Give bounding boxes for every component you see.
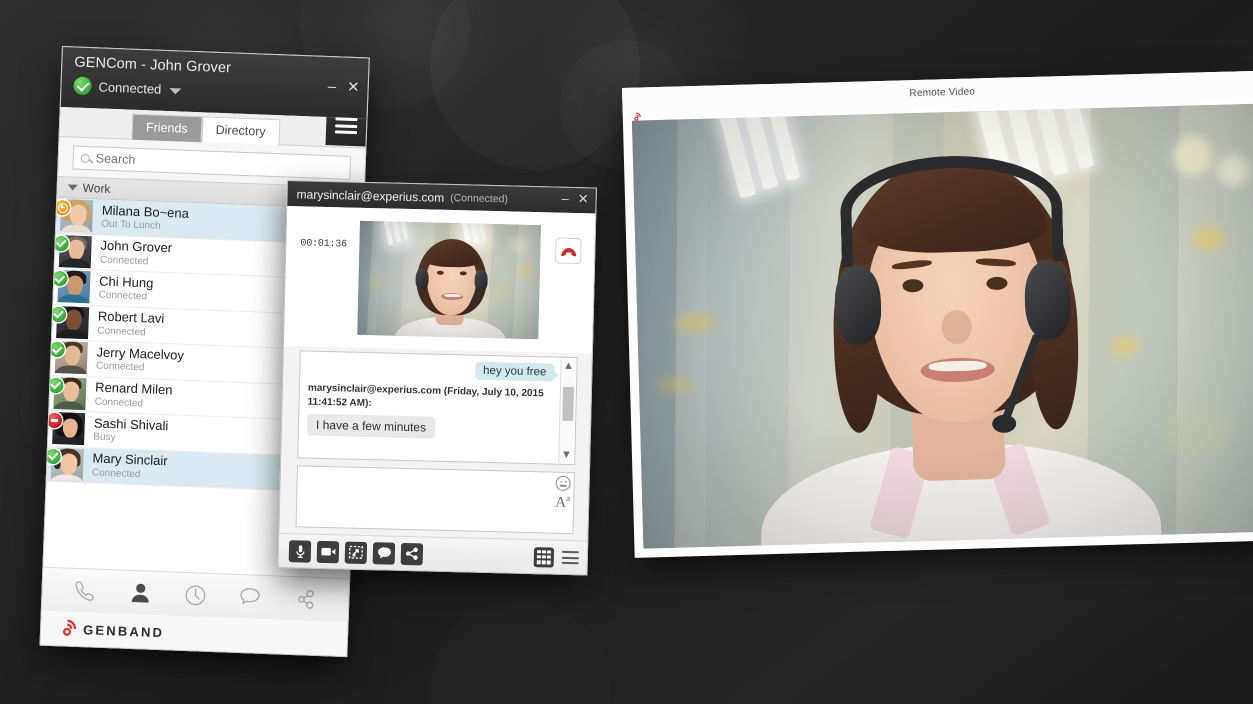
contact-name: Mary Sinclair xyxy=(92,450,168,469)
status-badge-online xyxy=(48,377,64,393)
chat-icon[interactable] xyxy=(237,583,264,610)
message-row-incoming: I have a few minutes xyxy=(306,413,553,442)
dialpad-icon[interactable] xyxy=(533,546,555,568)
video-vignette xyxy=(631,103,1253,549)
contact-name: Renard Milen xyxy=(94,379,173,398)
contact-name: Chi Hung xyxy=(98,273,154,291)
contact-status: Connected xyxy=(98,290,148,303)
message-bubble-outgoing: hey you free xyxy=(474,361,555,382)
presence-selector[interactable]: Connected xyxy=(73,76,357,105)
brand-name: GENBAND xyxy=(82,621,165,640)
screen-share-icon[interactable] xyxy=(344,541,368,564)
contact-status: Out To Lunch xyxy=(101,219,161,233)
chat-window-controls[interactable]: – ✕ xyxy=(561,191,589,207)
chat-peer-address: marysinclair@experius.com xyxy=(296,186,445,205)
contact-text: Mary Sinclair Connected xyxy=(91,450,168,481)
contact-text: Sashi Shivali Busy xyxy=(93,414,169,446)
tab-friends[interactable]: Friends xyxy=(131,113,203,143)
search-box[interactable] xyxy=(72,145,352,180)
clock-icon[interactable] xyxy=(182,581,209,608)
contact-name: John Grover xyxy=(100,237,173,256)
chevron-down-icon[interactable] xyxy=(169,87,182,95)
chat-toolbar-right xyxy=(533,546,580,568)
status-badge-online xyxy=(53,235,69,251)
self-video-preview[interactable] xyxy=(357,220,541,340)
contact-status: Connected xyxy=(94,396,144,410)
composer-wrap: Aa xyxy=(295,465,575,540)
transcript-wrap: hey you free marysinclair@experius.com (… xyxy=(297,350,578,466)
genband-logo-icon xyxy=(63,619,77,636)
phone-icon[interactable] xyxy=(72,577,99,604)
overflow-menu-icon[interactable] xyxy=(561,550,580,565)
composer-tools: Aa xyxy=(555,475,571,511)
contact-text: Milana Bo~ena Out To Lunch xyxy=(101,202,189,234)
end-call-button[interactable] xyxy=(555,237,582,265)
message-meta: marysinclair@experius.com (Friday, July … xyxy=(307,382,544,409)
font-format-icon[interactable]: Aa xyxy=(555,493,570,511)
search-input[interactable] xyxy=(95,151,343,175)
chevron-down-icon[interactable]: ▼ xyxy=(561,449,572,461)
contact-name: Sashi Shivali xyxy=(93,414,169,433)
video-vignette xyxy=(357,220,541,340)
share-icon[interactable] xyxy=(292,586,319,613)
triangle-down-icon xyxy=(67,184,78,191)
chat-bubble-icon[interactable] xyxy=(372,541,396,565)
contact-status: Connected xyxy=(91,467,141,481)
chat-video-zone: 00:01:36 xyxy=(283,206,596,354)
chat-window[interactable]: marysinclair@experius.com (Connected) – … xyxy=(277,180,597,576)
remote-video-feed[interactable] xyxy=(631,103,1253,549)
microphone-icon[interactable] xyxy=(288,539,312,563)
contact-text: Robert Lavi Connected xyxy=(97,308,165,340)
contact-status: Connected xyxy=(99,254,149,268)
window-controls[interactable]: – ✕ xyxy=(327,78,360,96)
video-camera-icon[interactable] xyxy=(316,540,340,563)
remote-video-title: Remote Video xyxy=(909,85,976,99)
presence-label: Connected xyxy=(98,78,162,97)
scrollbar-thumb[interactable] xyxy=(562,386,575,422)
status-badge-online xyxy=(45,448,61,464)
message-bubble-incoming: I have a few minutes xyxy=(306,413,436,439)
contact-text: Chi Hung Connected xyxy=(98,273,154,303)
remote-video-window[interactable]: Remote Video xyxy=(622,70,1253,558)
chat-toolbar xyxy=(278,532,588,575)
contact-text: Jerry Macelvoy Connected xyxy=(95,344,184,376)
contact-status: Connected xyxy=(95,360,145,374)
chat-close-button[interactable]: ✕ xyxy=(578,191,589,206)
minimize-button[interactable]: – xyxy=(327,78,336,95)
smiley-icon[interactable] xyxy=(555,475,571,492)
end-call-icon xyxy=(560,247,576,256)
chat-minimize-button[interactable]: – xyxy=(561,191,569,206)
close-button[interactable]: ✕ xyxy=(347,79,360,96)
status-badge-online xyxy=(50,306,67,322)
tab-directory[interactable]: Directory xyxy=(201,116,281,146)
person-icon[interactable] xyxy=(127,579,154,606)
contact-status: Connected xyxy=(97,325,146,339)
hamburger-menu-icon[interactable] xyxy=(334,117,358,135)
clock-icon xyxy=(57,202,68,213)
share-nodes-icon[interactable] xyxy=(400,542,424,565)
chevron-up-icon[interactable]: ▲ xyxy=(563,360,574,372)
contact-status: Busy xyxy=(93,431,116,444)
chat-transcript[interactable]: hey you free marysinclair@experius.com (… xyxy=(297,350,578,466)
contact-text: Renard Milen Connected xyxy=(94,379,173,411)
contact-text: John Grover Connected xyxy=(99,237,173,269)
green-check-icon xyxy=(73,76,92,96)
call-timer: 00:01:36 xyxy=(300,238,347,251)
contact-name: Robert Lavi xyxy=(97,308,165,327)
search-icon xyxy=(80,153,90,163)
transcript-scrollbar[interactable]: ▲ ▼ xyxy=(558,358,576,464)
contact-group-label: Work xyxy=(82,180,111,196)
message-composer[interactable]: Aa xyxy=(295,465,575,535)
backdrop-bokeh xyxy=(430,600,610,704)
chat-connection-state: (Connected) xyxy=(450,191,509,205)
